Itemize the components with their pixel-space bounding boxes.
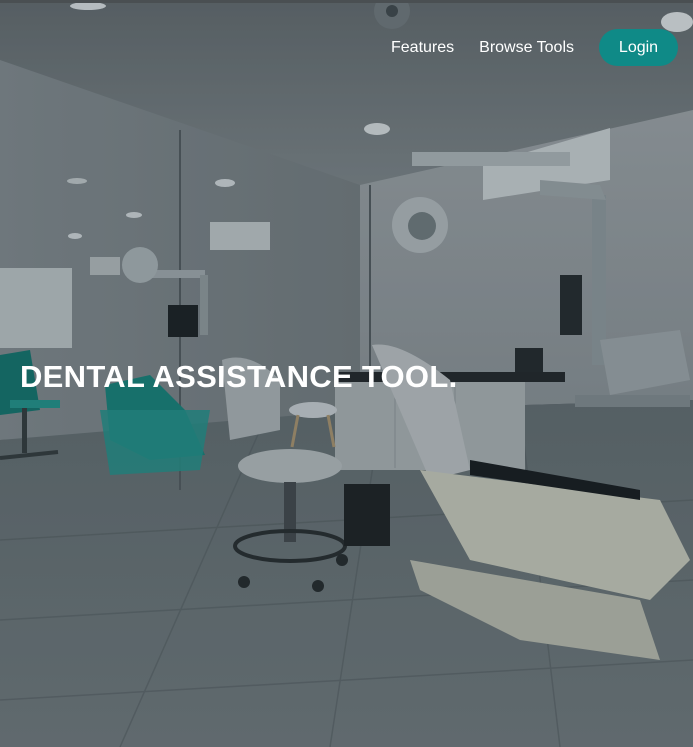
login-button[interactable]: Login [599,29,678,66]
top-border [0,0,693,3]
top-navigation: Features Browse Tools Login [391,29,678,66]
hero-section: Features Browse Tools Login DENTAL ASSIS… [0,0,693,747]
hero-title: DENTAL ASSISTANCE TOOL. [20,359,458,394]
nav-link-features[interactable]: Features [391,29,454,66]
nav-link-browse-tools[interactable]: Browse Tools [479,29,574,66]
